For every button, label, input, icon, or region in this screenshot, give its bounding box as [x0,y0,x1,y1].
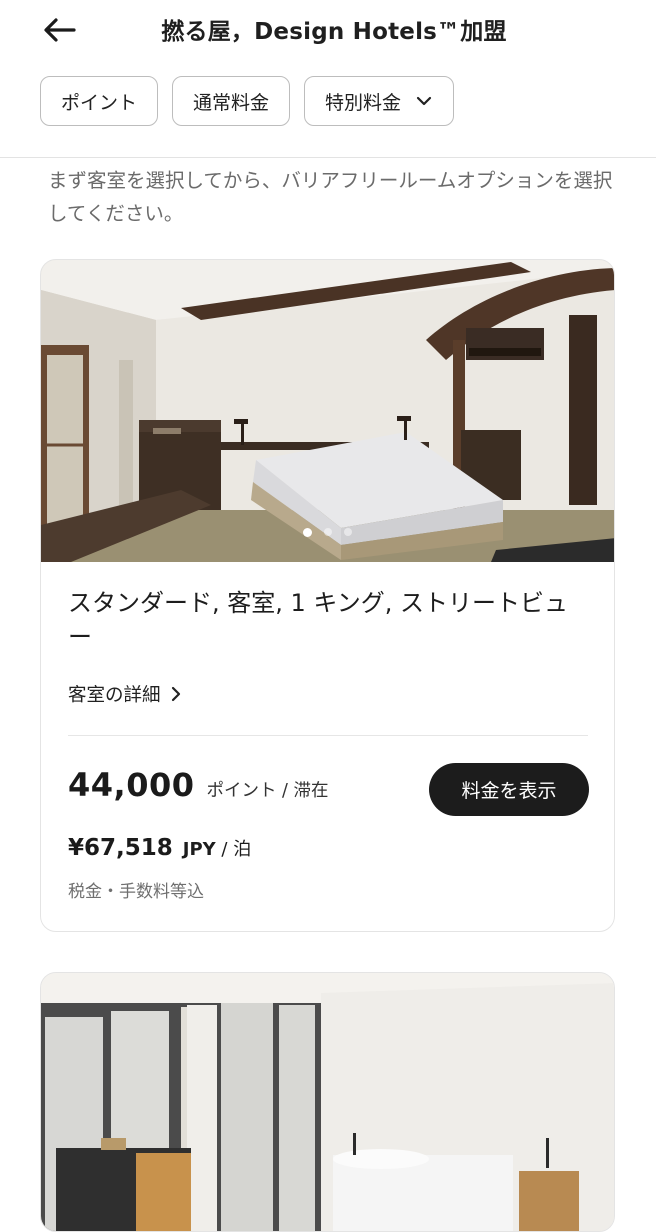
tax-note: 税金・手数料等込 [68,882,204,902]
price-unit: JPY / 泊 [183,835,251,861]
cash-price: ¥67,518 JPY / 泊 [68,835,251,861]
room-card: スタンダード, 客室, 1 キング, ストリートビュー 客室の詳細 44,000… [40,259,615,932]
price-amount: ¥67,518 [68,835,173,861]
room-details-link[interactable]: 客室の詳細 [68,681,183,707]
room-photo [41,260,614,562]
rate-filter-bar: ポイント 通常料金 特別料金 [40,76,455,126]
accessibility-notice: まず客室を選択してから、バリアフリールームオプションを選択してください。 [48,169,613,225]
chevron-right-icon [171,686,180,702]
top-bar: 撚る屋，Design Hotels™加盟 [0,0,656,60]
card-divider [68,735,588,736]
points-value: 44,000 [68,766,195,804]
filter-points-chip[interactable]: ポイント [40,76,159,126]
filter-standard-rate-label: 通常料金 [193,91,270,114]
room-photo [41,973,614,1231]
room-details-label: 客室の詳細 [68,685,161,706]
carousel-dot[interactable] [303,528,312,537]
room-photo-carousel[interactable] [41,260,614,562]
filter-standard-rate-chip[interactable]: 通常料金 [172,76,291,126]
price-currency: JPY [182,839,216,860]
header-divider [0,157,656,158]
filter-special-rate-label: 特別料金 [325,91,402,114]
room-card [40,972,615,1232]
points-price: 44,000 ポイント / 滞在 [68,766,329,804]
room-photo-carousel[interactable] [41,973,614,1231]
points-unit: ポイント / 滞在 [206,781,329,801]
carousel-dot[interactable] [324,528,332,536]
filter-points-label: ポイント [61,91,138,114]
filter-special-rate-dropdown[interactable]: 特別料金 [304,76,455,126]
show-rates-button[interactable]: 料金を表示 [429,763,589,816]
carousel-indicator [41,528,614,537]
price-per: / 泊 [215,839,252,860]
chevron-down-icon [416,96,432,106]
room-name: スタンダード, 客室, 1 キング, ストリートビュー [68,589,568,651]
page-title: 撚る屋，Design Hotels™加盟 [161,19,507,45]
carousel-dot[interactable] [344,528,352,536]
